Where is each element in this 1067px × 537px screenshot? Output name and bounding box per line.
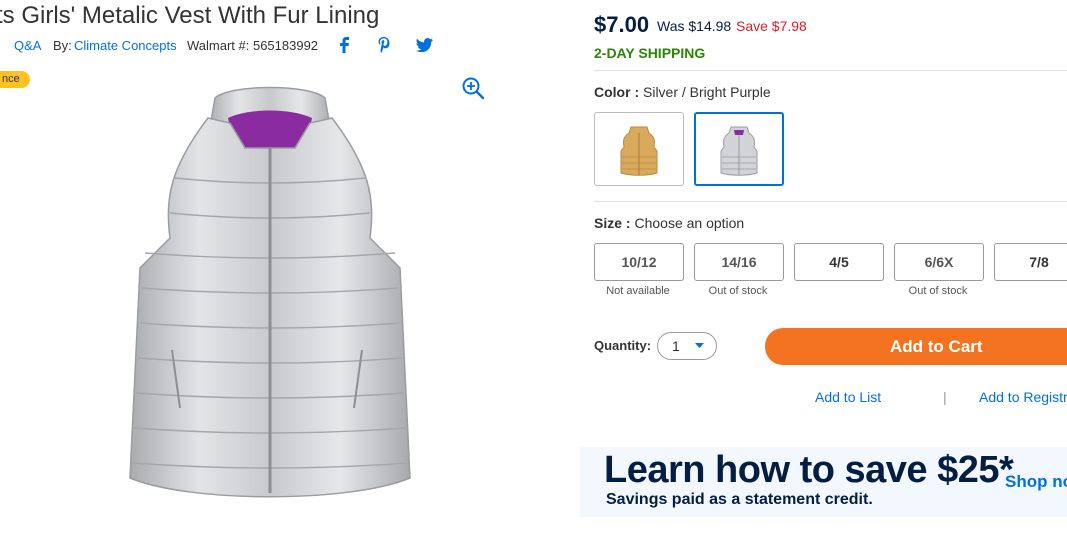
size-option-10-12[interactable]: 10/12 (594, 243, 684, 281)
promo-subtext: Savings paid as a statement credit. (606, 491, 873, 508)
was-price: Was $14.98 (657, 18, 732, 34)
brand-link[interactable]: Climate Concepts (74, 38, 177, 53)
size-note: Out of stock (708, 285, 768, 297)
size-value: Choose an option (634, 215, 745, 231)
qa-link[interactable]: Q&A (14, 38, 41, 53)
size-option-7-8[interactable]: 7/8 (994, 243, 1067, 281)
add-to-registry-link[interactable]: Add to Registr (979, 389, 1067, 405)
gold-vest-thumbnail (620, 126, 658, 176)
add-to-list-link[interactable]: Add to List (815, 389, 881, 405)
facebook-icon[interactable] (338, 37, 350, 53)
quantity-value: 1 (672, 338, 680, 354)
separator: | (943, 389, 947, 405)
color-swatch-silver[interactable] (694, 112, 784, 186)
price: $7.00 (594, 12, 650, 37)
divider (594, 70, 1067, 71)
quantity-label: Quantity: (594, 338, 652, 353)
chevron-down-icon (695, 343, 704, 348)
zoom-in-icon[interactable] (461, 76, 485, 100)
size-note: Not available (606, 285, 670, 297)
divider (594, 201, 1067, 202)
status-badge: nce (0, 71, 30, 88)
color-swatch-gold[interactable] (594, 112, 684, 186)
save-amount: Save $7.98 (736, 18, 807, 34)
size-label-text: Size : (594, 215, 631, 231)
walmart-number: Walmart #: 565183992 (187, 38, 319, 53)
size-option-4-5[interactable]: 4/5 (794, 243, 884, 281)
size-option-6-6x[interactable]: 6/6X (894, 243, 984, 281)
shop-now-link[interactable]: Shop no (1005, 472, 1067, 492)
color-label-text: Color : (594, 84, 640, 100)
pinterest-icon[interactable] (377, 36, 391, 54)
twitter-icon[interactable] (416, 38, 433, 52)
add-to-cart-button[interactable]: Add to Cart (765, 328, 1067, 365)
quantity-select[interactable]: 1 (657, 332, 717, 360)
by-label: By: (53, 38, 72, 53)
size-label: Size : Choose an option (594, 215, 744, 231)
promo-headline: Learn how to save $25* (604, 449, 1014, 491)
product-image[interactable] (100, 78, 440, 506)
color-label: Color : Silver / Bright Purple (594, 84, 771, 100)
shipping-label: 2-DAY SHIPPING (594, 45, 706, 61)
size-option-14-16[interactable]: 14/16 (694, 243, 784, 281)
color-value: Silver / Bright Purple (643, 84, 771, 100)
silver-vest-thumbnail (720, 126, 758, 176)
product-title: ts Girls' Metalic Vest With Fur Lining (0, 2, 380, 29)
size-note: Out of stock (908, 285, 968, 297)
